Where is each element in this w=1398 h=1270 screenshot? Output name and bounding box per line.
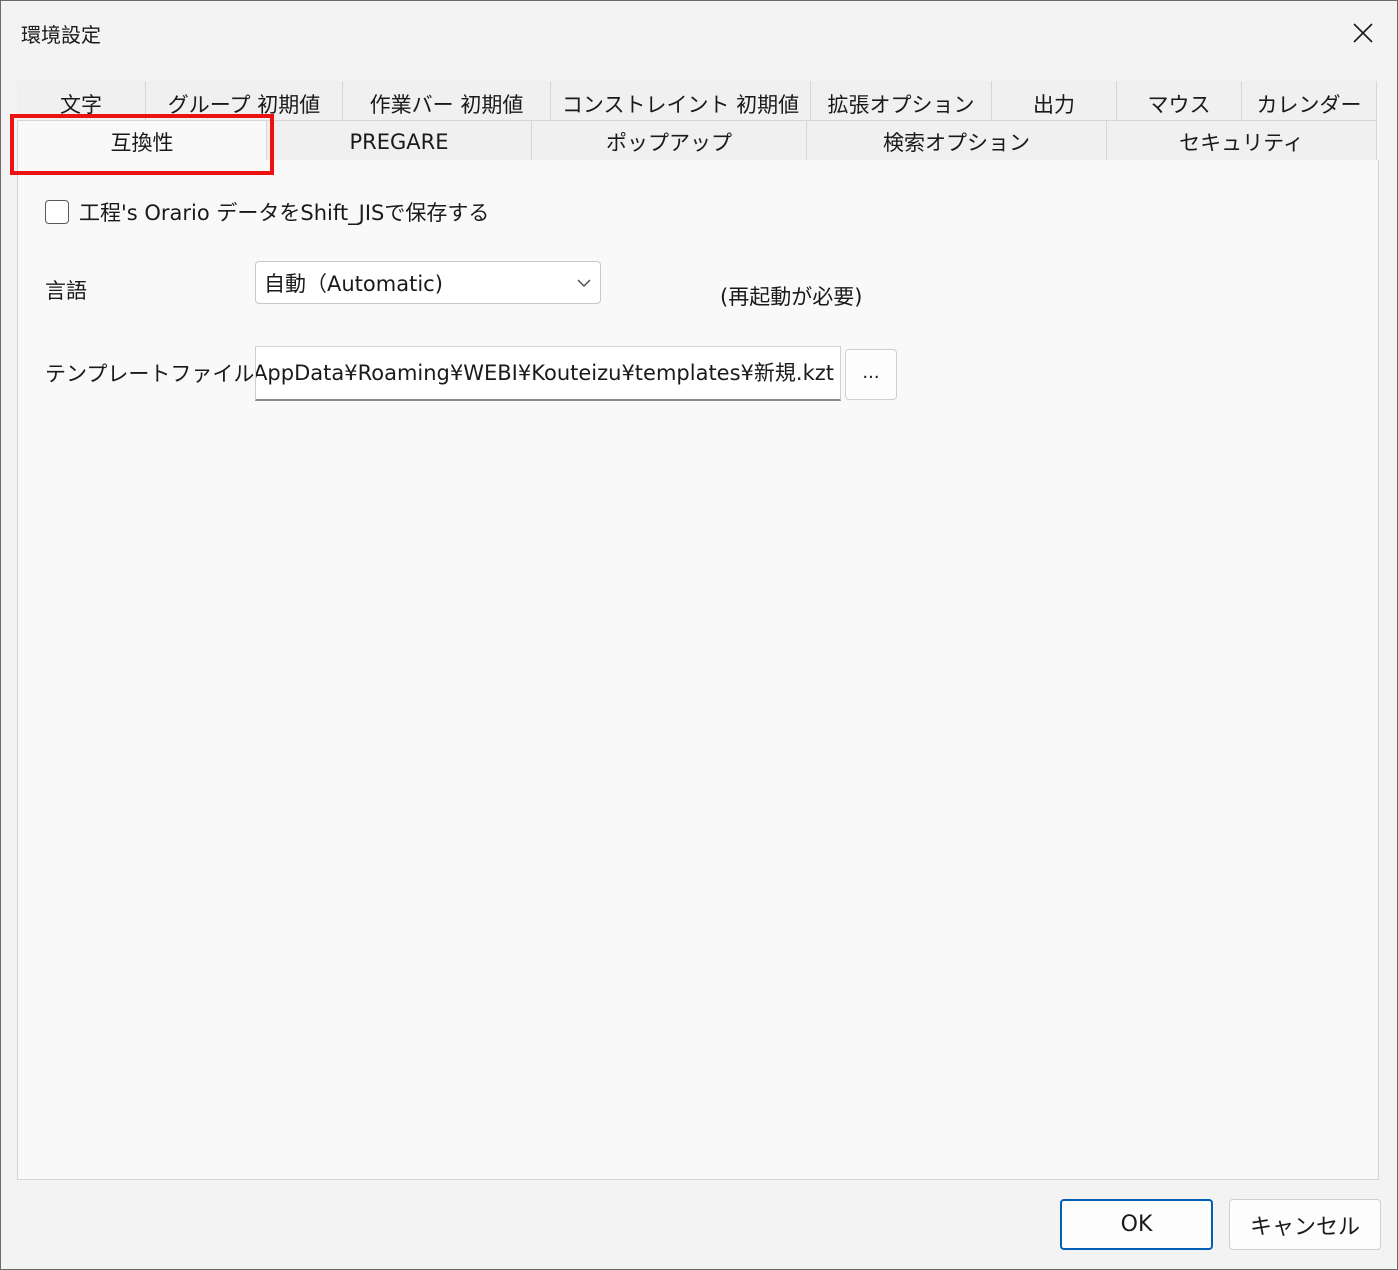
ok-button[interactable]: OK: [1060, 1199, 1213, 1250]
template-file-path: AppData¥Roaming¥WEBI¥Kouteizu¥templates¥…: [255, 361, 834, 385]
chevron-down-icon: [577, 279, 591, 287]
tab-row-2: 互換性 PREGARE ポップアップ 検索オプション セキュリティ: [17, 121, 1377, 161]
tab-calendar[interactable]: カレンダー: [1242, 81, 1377, 121]
tab-search-options[interactable]: 検索オプション: [807, 121, 1107, 161]
language-select[interactable]: 自動（Automatic): [255, 261, 601, 304]
cancel-button[interactable]: キャンセル: [1229, 1199, 1381, 1250]
shift-jis-checkbox-label[interactable]: 工程's Orario データをShift_JISで保存する: [79, 197, 489, 227]
template-file-label: テンプレートファイル: [45, 362, 255, 386]
title-bar: 環境設定: [1, 1, 1397, 65]
restart-required-note: (再起動が必要): [720, 285, 863, 309]
tab-output[interactable]: 出力: [992, 81, 1117, 121]
tab-popup[interactable]: ポップアップ: [532, 121, 807, 161]
tab-constraint-defaults[interactable]: コンストレイント 初期値: [551, 81, 811, 121]
tab-extended-options[interactable]: 拡張オプション: [811, 81, 992, 121]
shift-jis-checkbox[interactable]: [45, 200, 69, 224]
tab-workbar-defaults[interactable]: 作業バー 初期値: [343, 81, 551, 121]
tab-mouse[interactable]: マウス: [1117, 81, 1242, 121]
tab-row-1: 文字 グループ 初期値 作業バー 初期値 コンストレイント 初期値 拡張オプショ…: [17, 81, 1377, 121]
tab-pregare[interactable]: PREGARE: [267, 121, 532, 161]
tab-text[interactable]: 文字: [17, 81, 146, 121]
settings-dialog: 環境設定 文字 グループ 初期値 作業バー 初期値 コンストレイント 初期値 拡…: [0, 0, 1398, 1270]
language-label: 言語: [45, 279, 87, 303]
language-select-value: 自動（Automatic): [264, 271, 443, 296]
window-title: 環境設定: [21, 23, 101, 47]
shift-jis-option[interactable]: 工程's Orario データをShift_JISで保存する: [45, 197, 489, 227]
browse-button[interactable]: ...: [845, 349, 897, 400]
tab-security[interactable]: セキュリティ: [1107, 121, 1377, 161]
close-icon: [1353, 23, 1373, 43]
close-button[interactable]: [1337, 9, 1389, 57]
tab-panel-compatibility: [17, 160, 1379, 1180]
template-file-input[interactable]: AppData¥Roaming¥WEBI¥Kouteizu¥templates¥…: [255, 346, 841, 401]
tab-compatibility[interactable]: 互換性: [17, 121, 267, 161]
tab-group-defaults[interactable]: グループ 初期値: [146, 81, 343, 121]
